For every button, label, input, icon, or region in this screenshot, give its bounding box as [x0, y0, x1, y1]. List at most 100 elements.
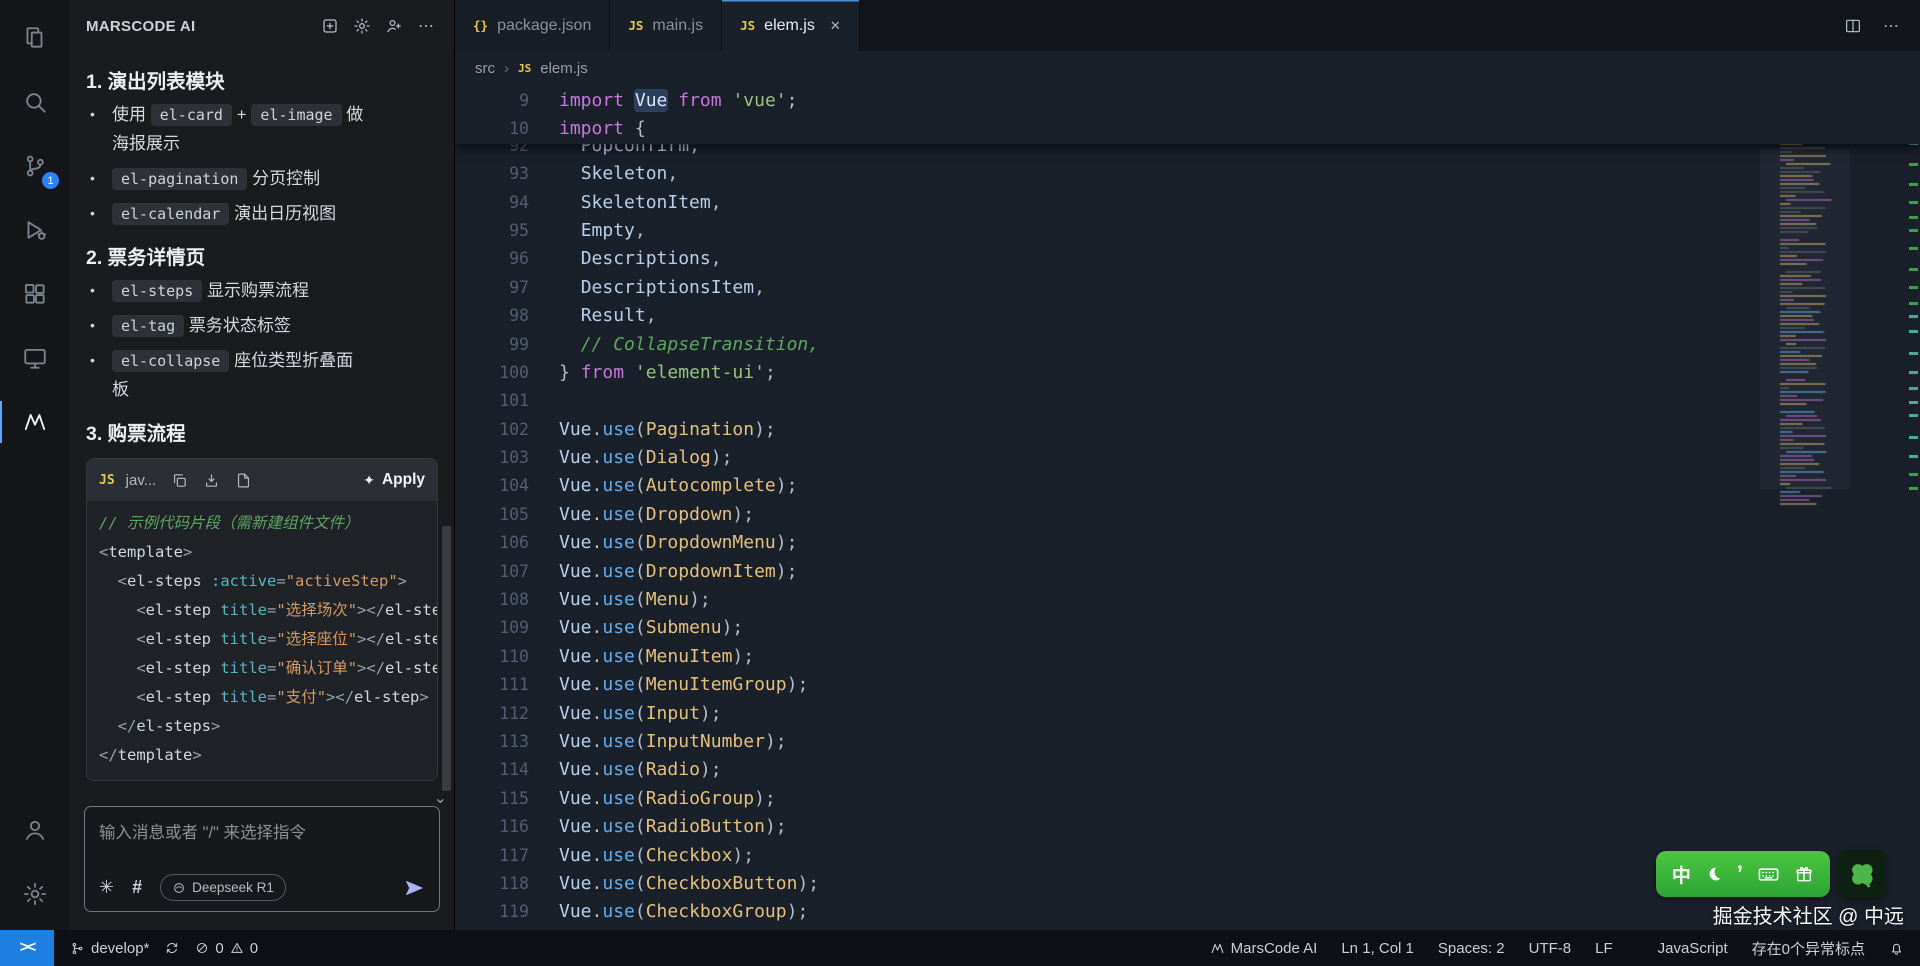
activity-item-source-control[interactable]: 1	[0, 134, 70, 198]
code-line: 111Vue.use(MenuItemGroup);	[455, 671, 1920, 699]
settings-icon	[353, 17, 371, 35]
code-line: 108Vue.use(Menu);	[455, 586, 1920, 614]
inline-code-chip: el-collapse	[112, 350, 229, 372]
snippet-line: <el-step title="选择座位"></el-step>	[99, 625, 437, 654]
code-line: 119Vue.use(CheckboxGroup);	[455, 898, 1920, 926]
status-item-3[interactable]: UTF-8	[1529, 940, 1572, 957]
model-label: Deepseek R1	[192, 880, 274, 895]
new-chat-button[interactable]	[318, 14, 342, 38]
more-icon	[417, 17, 435, 35]
chevron-down-icon[interactable]	[434, 788, 447, 808]
explorer-icon	[22, 25, 48, 51]
line-number: 105	[455, 501, 529, 529]
insert-button[interactable]	[201, 470, 222, 491]
status-item-4[interactable]: LF	[1595, 940, 1613, 957]
status-item-6[interactable]: 存在0个异常标点	[1752, 938, 1865, 959]
sync-button[interactable]	[165, 941, 179, 955]
tab-main.js[interactable]: JS main.js	[610, 0, 722, 51]
bullet-dot: •	[90, 164, 112, 193]
braces-icon	[1637, 941, 1652, 956]
more-icon	[1882, 17, 1900, 35]
inline-code-chip: el-calendar	[112, 203, 229, 225]
activity-item-explorer[interactable]	[0, 6, 70, 70]
activity-item-run-debug[interactable]	[0, 198, 70, 262]
deepseek-icon	[172, 881, 186, 895]
js-file-icon: JS	[740, 18, 755, 33]
line-number: 101	[455, 387, 529, 415]
sidebar-scrollbar[interactable]	[442, 526, 451, 791]
snippet-code: // 示例代码片段（需新建组件文件）<template> <el-steps :…	[87, 501, 437, 780]
chat-input-box[interactable]: 输入消息或者 "/" 来选择指令 ✳ # Deepseek R1	[84, 806, 440, 912]
activity-item-search[interactable]	[0, 70, 70, 134]
close-tab-icon[interactable]: ✕	[830, 18, 841, 34]
bullet-dot: •	[90, 346, 112, 375]
activity-item-marscode-ai[interactable]	[0, 390, 70, 454]
code-line: 114Vue.use(Radio);	[455, 756, 1920, 784]
status-item-7[interactable]	[1889, 941, 1904, 956]
code-line: 120Vue.use(Switch);	[455, 927, 1920, 930]
snippet-line: <el-step title="选择场次"></el-step>	[99, 596, 437, 625]
chat-messages: 1. 演出列表模块•使用 el-card + el-image 做海报展示•el…	[70, 52, 454, 796]
snippet-line: </el-steps>	[99, 712, 437, 741]
settings-button[interactable]	[350, 14, 374, 38]
inline-code-chip: el-tag	[112, 315, 184, 337]
sparkle-icon: ✦	[363, 472, 375, 489]
more-button[interactable]	[1882, 17, 1900, 35]
status-item-1[interactable]: Ln 1, Col 1	[1341, 940, 1414, 957]
snippet-header: JS jav... ✦Apply	[87, 459, 437, 501]
sidebar-header: MARSCODE AI	[70, 0, 454, 52]
save-as-button[interactable]	[233, 470, 254, 491]
git-branch-item[interactable]: develop*	[70, 940, 149, 957]
split-editor-button[interactable]	[1844, 17, 1862, 35]
activity-item-account[interactable]	[0, 798, 70, 862]
model-selector-button[interactable]: Deepseek R1	[160, 874, 286, 901]
code-snippet-block: JS jav... ✦Apply // 示例代码片段（需新建组件文件）<temp…	[86, 458, 438, 781]
line-number: 108	[455, 586, 529, 614]
send-icon	[403, 877, 425, 899]
more-button[interactable]	[414, 14, 438, 38]
line-number: 104	[455, 472, 529, 500]
line-number: 95	[455, 217, 529, 245]
js-file-icon: JS	[628, 18, 643, 33]
app-window: 1 MARSCODE AI 1. 演出列表模块•使用 el-card + el-…	[0, 0, 1920, 930]
line-number: 107	[455, 558, 529, 586]
account-icon	[22, 817, 48, 843]
tab-package.json[interactable]: {} package.json	[455, 0, 610, 51]
sidebar-header-actions	[318, 14, 438, 38]
send-button[interactable]	[403, 877, 425, 899]
code-line: 10import {	[455, 115, 1920, 143]
code-line: 116Vue.use(RadioButton);	[455, 813, 1920, 841]
status-item-5[interactable]: JavaScript	[1637, 940, 1728, 957]
breadcrumb-file[interactable]: elem.js	[540, 60, 588, 77]
bullet-dot: •	[90, 276, 112, 305]
code-line: 95 Empty,	[455, 217, 1920, 245]
activity-item-extensions[interactable]	[0, 262, 70, 326]
bell-icon	[1889, 941, 1904, 956]
search-icon	[22, 89, 48, 115]
breadcrumb-folder[interactable]: src	[475, 60, 495, 77]
code-editor[interactable]: 9import Vue from 'vue';10import { 92 Pop…	[455, 85, 1920, 930]
settings-icon	[22, 881, 48, 907]
status-item-0[interactable]: MarsCode AI	[1210, 940, 1318, 957]
code-line: 98 Result,	[455, 302, 1920, 330]
sidebar-marscode-ai: MARSCODE AI 1. 演出列表模块•使用 el-card + el-im…	[70, 0, 455, 930]
chat-bullet: •el-steps 显示购票流程	[90, 276, 438, 305]
activity-item-settings[interactable]	[0, 862, 70, 926]
remote-indicator[interactable]: ><	[0, 930, 54, 966]
code-line: 94 SkeletonItem,	[455, 189, 1920, 217]
context-hash-button[interactable]: #	[132, 877, 142, 898]
line-number: 100	[455, 359, 529, 387]
inline-code-chip: el-pagination	[112, 168, 247, 190]
copy-button[interactable]	[169, 470, 190, 491]
marscode-ai-icon	[22, 409, 48, 435]
prompt-sparkle-button[interactable]: ✳	[99, 877, 114, 898]
line-number: 111	[455, 671, 529, 699]
tab-elem.js[interactable]: JS elem.js ✕	[722, 0, 860, 51]
activity-item-remote-explorer[interactable]	[0, 326, 70, 390]
tab-bar-actions	[1824, 0, 1920, 51]
status-item-2[interactable]: Spaces: 2	[1438, 940, 1505, 957]
apply-button[interactable]: ✦Apply	[363, 471, 425, 489]
invite-button[interactable]	[382, 14, 406, 38]
problems-item[interactable]: 00	[195, 940, 258, 957]
bullet-dot: •	[90, 311, 112, 340]
